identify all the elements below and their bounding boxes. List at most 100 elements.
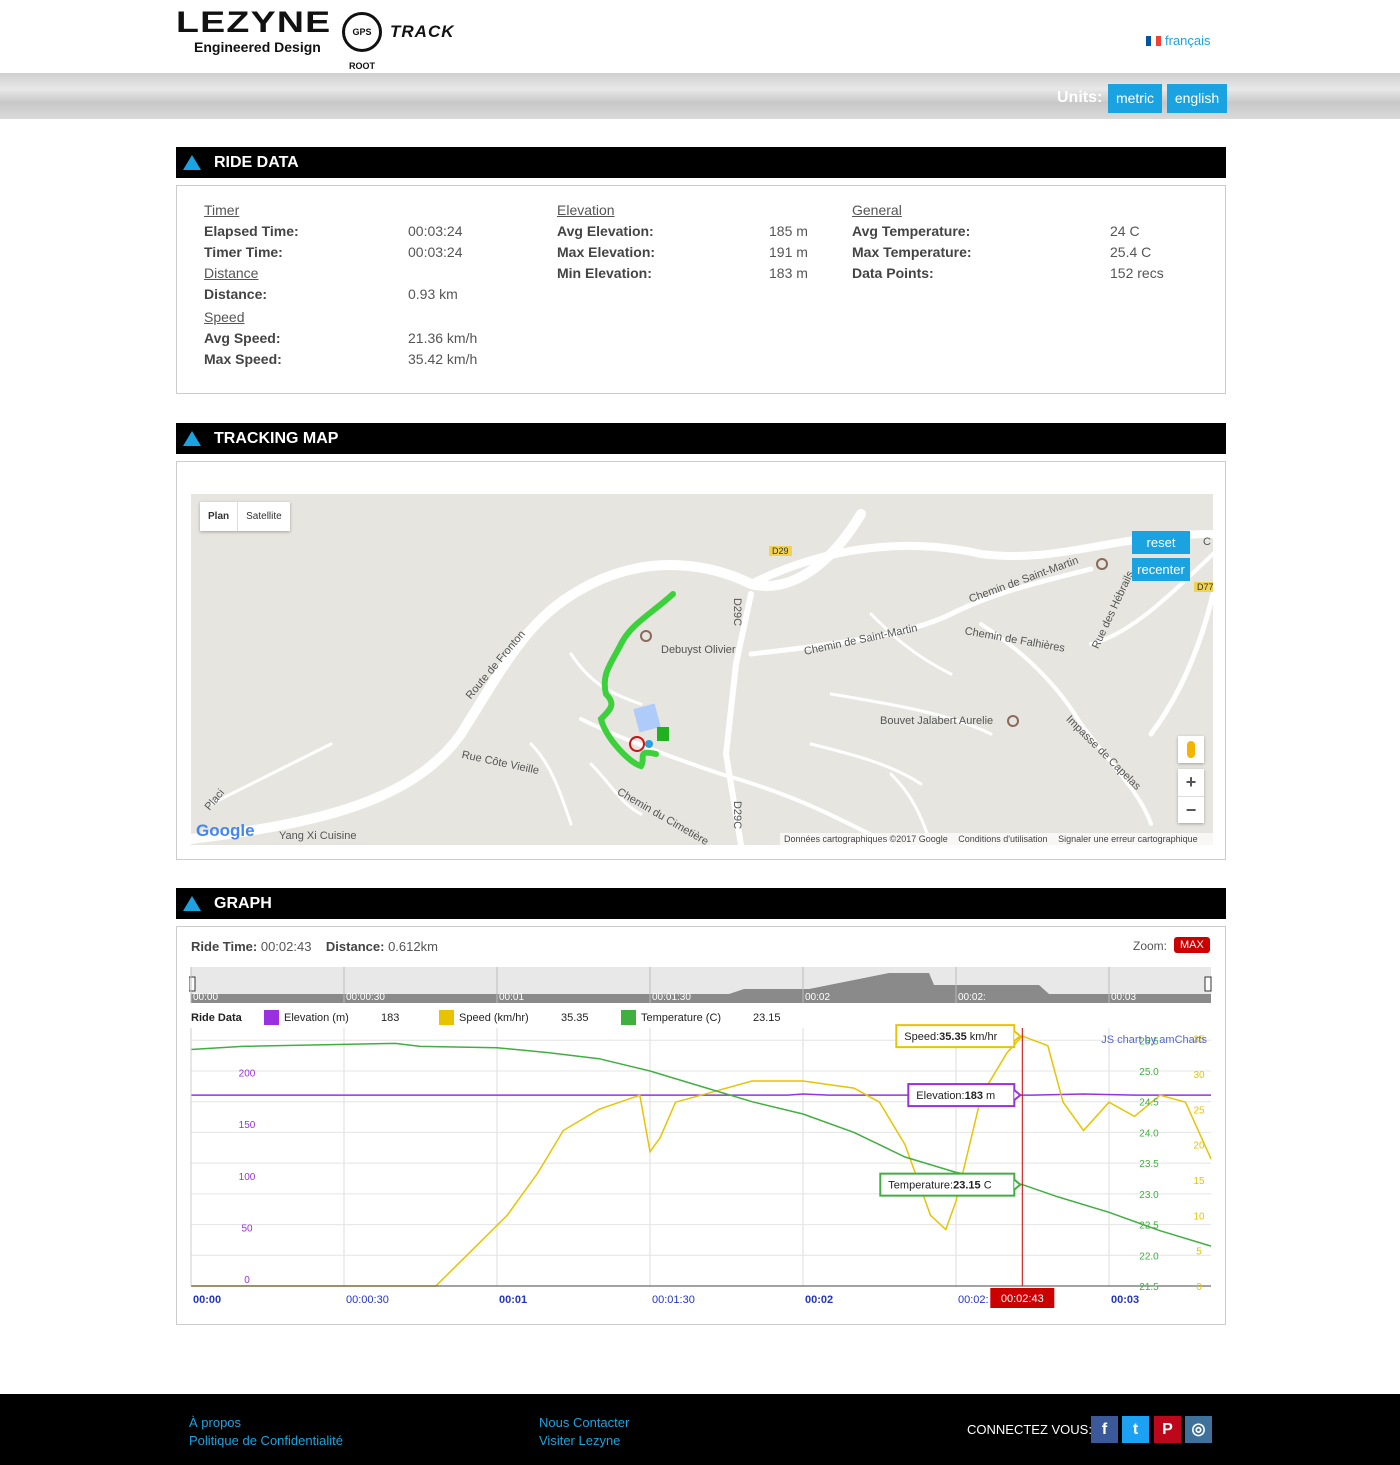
max-elevation-value: 191 m bbox=[769, 244, 808, 260]
max-temperature-label: Max Temperature: bbox=[852, 244, 972, 260]
balloon-value-2: 23.15 bbox=[953, 1180, 981, 1192]
temp-tick-label: 22.0 bbox=[1139, 1251, 1159, 1262]
about-link[interactable]: À propos bbox=[189, 1415, 241, 1430]
scroll-tick-label: 00:03 bbox=[1111, 992, 1136, 1003]
france-flag-icon bbox=[1146, 35, 1161, 46]
legend-value-1: 35.35 bbox=[561, 1012, 589, 1024]
min-elevation-value: 183 m bbox=[769, 265, 808, 281]
label-debuyst-olivier: Debuyst Olivier bbox=[661, 644, 736, 656]
ride-chart[interactable]: 00:00 00:00:30 00:01 00:01:30 00:02 00:02: 00:… bbox=[189, 963, 1225, 1323]
product-name: TRACK bbox=[390, 22, 455, 41]
connect-label: CONNECTEZ VOUS: bbox=[967, 1422, 1092, 1437]
x-tick-label: 00:00 bbox=[193, 1294, 221, 1306]
graph-panel: Ride Time: 00:02:43 Distance: 0.612km Zo… bbox=[176, 926, 1226, 1325]
label-bouvet: Bouvet Jalabert Aurelie bbox=[880, 715, 994, 727]
timer-time-value: 00:03:24 bbox=[408, 244, 463, 260]
scroll-tick-label: 00:01:30 bbox=[652, 992, 691, 1003]
site-footer: À propos Politique de Confidentialité No… bbox=[0, 1394, 1400, 1465]
balloon-label-1: Speed: bbox=[904, 1031, 939, 1043]
temp-tick-label: 23.5 bbox=[1139, 1159, 1159, 1170]
elapsed-time-label: Elapsed Time: bbox=[204, 223, 299, 239]
instagram-icon[interactable]: ◎ bbox=[1185, 1416, 1212, 1443]
amcharts-credit[interactable]: JS chart by amCharts bbox=[1101, 1034, 1207, 1046]
ride-time-label: Ride Time: bbox=[191, 939, 258, 954]
max-elevation-label: Max Elevation: bbox=[557, 244, 656, 260]
section-title: TRACKING MAP bbox=[214, 430, 339, 447]
zoom-out-button[interactable]: − bbox=[1178, 796, 1204, 823]
facebook-icon[interactable]: f bbox=[1091, 1416, 1118, 1443]
x-tick-label: 00:03 bbox=[1111, 1294, 1139, 1306]
general-heading: General bbox=[852, 202, 902, 218]
street-view-pegman-icon[interactable] bbox=[1178, 736, 1204, 763]
min-elevation-label: Min Elevation: bbox=[557, 265, 652, 281]
balloon-text-2: Temperature:23.15 C bbox=[888, 1180, 991, 1192]
metric-button[interactable]: metric bbox=[1108, 84, 1162, 113]
balloon-unit-0: m bbox=[983, 1090, 995, 1102]
avg-temperature-value: 24 C bbox=[1110, 223, 1140, 239]
scroll-tick-label: 00:02 bbox=[805, 992, 830, 1003]
road-shield-d29: D29 bbox=[769, 546, 792, 556]
pinterest-icon[interactable]: P bbox=[1154, 1416, 1181, 1443]
elevation-heading: Elevation bbox=[557, 202, 615, 218]
units-bar: Units: metric english bbox=[0, 73, 1400, 119]
map-satellite-button[interactable]: Satellite bbox=[237, 502, 290, 531]
privacy-link[interactable]: Politique de Confidentialité bbox=[189, 1433, 343, 1448]
map-plan-button[interactable]: Plan bbox=[200, 502, 237, 531]
scroll-tick-label: 00:00 bbox=[193, 992, 218, 1003]
gps-root-badge: GPS ROOT bbox=[342, 12, 382, 71]
zoom-max-button[interactable]: MAX bbox=[1174, 937, 1210, 953]
map-terms-link[interactable]: Conditions d'utilisation bbox=[958, 834, 1047, 844]
avg-speed-value: 21.36 km/h bbox=[408, 330, 478, 346]
map-reset-button[interactable]: reset bbox=[1132, 531, 1190, 554]
map-type-toggle: Plan Satellite bbox=[200, 502, 290, 531]
map-report-link[interactable]: Signaler une erreur cartographique bbox=[1058, 834, 1198, 844]
google-logo[interactable]: Google bbox=[196, 821, 255, 841]
scroll-tick-label: 00:02: bbox=[958, 992, 986, 1003]
lezyne-logo[interactable]: LEZYNE Engineered Design bbox=[176, 8, 330, 56]
map-recenter-button[interactable]: recenter bbox=[1132, 558, 1190, 581]
timer-group: Timer Elapsed Time: 00:03:24 Timer Time: 0… bbox=[204, 202, 477, 370]
legend-name-1: Speed (km/hr) bbox=[459, 1012, 529, 1024]
zoom-in-button[interactable]: + bbox=[1178, 769, 1204, 796]
section-title: RIDE DATA bbox=[214, 154, 299, 171]
ride-data-header[interactable]: RIDE DATA bbox=[176, 147, 1226, 178]
avg-elevation-value: 185 m bbox=[769, 223, 808, 239]
temp-tick-label: 23.0 bbox=[1139, 1190, 1159, 1201]
visit-lezyne-link[interactable]: Visiter Lezyne bbox=[539, 1433, 620, 1448]
graph-header[interactable]: GRAPH bbox=[176, 888, 1226, 919]
cursor-x-label: 00:02:43 bbox=[1001, 1293, 1044, 1305]
language-switch[interactable]: français bbox=[1146, 33, 1211, 48]
ride-summary: Ride Time: 00:02:43 Distance: 0.612km bbox=[191, 939, 438, 954]
scrollbar-left-handle[interactable] bbox=[189, 976, 196, 992]
elevation-group: Elevation Avg Elevation: 185 m Max Elevat… bbox=[557, 202, 808, 284]
legend-name-0: Elevation (m) bbox=[284, 1012, 349, 1024]
data-points-value: 152 recs bbox=[1110, 265, 1164, 281]
temp-tick-label: 24.0 bbox=[1139, 1128, 1159, 1139]
balloon-unit-2: C bbox=[981, 1180, 992, 1192]
ride-time-value: 00:02:43 bbox=[260, 939, 312, 954]
distance-label: Distance: bbox=[204, 286, 268, 302]
legend-value-2: 23.15 bbox=[753, 1012, 781, 1024]
x-tick-label: 00:02: bbox=[958, 1294, 989, 1306]
twitter-icon[interactable]: t bbox=[1122, 1416, 1149, 1443]
speed-tick-label: 30 bbox=[1193, 1070, 1205, 1081]
legend-swatch-1 bbox=[439, 1010, 454, 1025]
language-link[interactable]: français bbox=[1165, 33, 1211, 48]
tracking-map-header[interactable]: TRACKING MAP bbox=[176, 423, 1226, 454]
temp-tick-label: 22.5 bbox=[1139, 1221, 1159, 1232]
section-title: GRAPH bbox=[214, 895, 272, 912]
temp-tick-label: 24.5 bbox=[1139, 1098, 1159, 1109]
avg-elevation-label: Avg Elevation: bbox=[557, 223, 654, 239]
units-label: Units: bbox=[1057, 89, 1103, 106]
contact-link[interactable]: Nous Contacter bbox=[539, 1415, 629, 1430]
collapse-triangle-icon bbox=[183, 431, 201, 446]
avg-temperature-label: Avg Temperature: bbox=[852, 223, 971, 239]
english-button[interactable]: english bbox=[1167, 84, 1227, 113]
speed-tick-label: 15 bbox=[1193, 1176, 1205, 1187]
legend-swatch-2 bbox=[621, 1010, 636, 1025]
max-speed-label: Max Speed: bbox=[204, 351, 282, 367]
avg-speed-label: Avg Speed: bbox=[204, 330, 281, 346]
scrollbar-right-handle[interactable] bbox=[1204, 976, 1212, 992]
map-canvas[interactable]: D29 D77 D29C D29C Route de Fronton Debuy… bbox=[191, 494, 1213, 845]
general-group: General Avg Temperature: 24 C Max Tempera… bbox=[852, 202, 1164, 284]
